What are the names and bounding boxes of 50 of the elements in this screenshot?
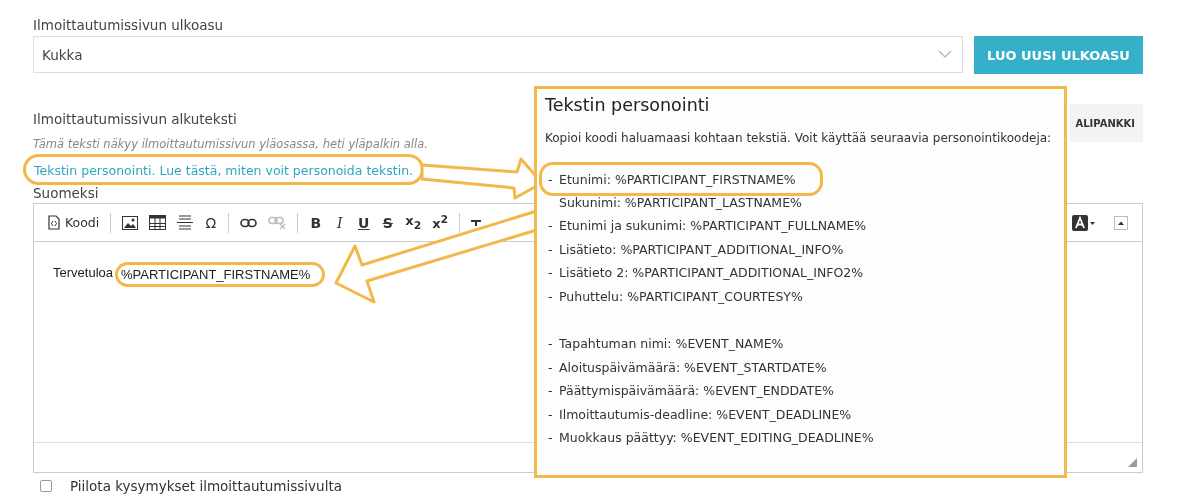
code-item: Etunimi: %PARTICIPANT_FIRSTNAME%	[559, 171, 796, 187]
code-item: Ilmoittautumis-deadline: %EVENT_DEADLINE%	[559, 406, 852, 422]
format-button[interactable]: I	[333, 214, 347, 231]
hint-text: Tämä teksti näkyy ilmoittautumissivun yläosassa, heti yläpalkin alla.	[33, 137, 428, 151]
checkbox-label: Piilota kysymykset ilmoittautumissivulta	[70, 478, 342, 494]
list-dash: -	[548, 359, 553, 375]
code-item: Muokkaus päättyy: %EVENT_EDITING_DEADLINE%	[559, 430, 874, 446]
resize-handle-icon[interactable]	[1128, 458, 1137, 467]
list-dash: -	[548, 241, 553, 257]
format-button[interactable]: Ω	[204, 214, 218, 231]
code-item: Lisätieto: %PARTICIPANT_ADDITIONAL_INFO%	[559, 241, 844, 257]
list-dash: -	[548, 171, 553, 187]
checkbox[interactable]	[40, 480, 52, 492]
editor-text: Tervetuloa	[53, 264, 113, 282]
source-code-button[interactable]: Koodi	[48, 215, 100, 230]
list-dash: -	[548, 218, 553, 234]
popup-text: Kopioi koodi haluamaasi kohtaan tekstiä. Voit käyttää seuraavia personointikoodeja:	[545, 131, 1053, 145]
clear-format-icon[interactable]	[471, 219, 482, 226]
editor-text: %PARTICIPANT_FIRSTNAME%	[121, 267, 311, 282]
format-button[interactable]: x$_{2}$	[405, 213, 422, 232]
image-icon[interactable]	[122, 215, 139, 230]
file-code-icon	[48, 215, 60, 230]
image-bank-button[interactable]: ALIPANKKI	[1070, 104, 1143, 142]
collapse-toolbar-icon[interactable]	[1114, 215, 1128, 230]
language-label: Suomeksi	[33, 185, 99, 201]
list-dash: -	[548, 336, 553, 352]
code-item: Päättymispäivämäärä: %EVENT_ENDDATE%	[559, 383, 834, 399]
format-button[interactable]: U	[357, 214, 371, 231]
section-label: Ilmoittautumissivun alkuteksti	[33, 111, 237, 127]
table-icon[interactable]	[149, 215, 167, 230]
layout-select[interactable]: Kukka	[33, 36, 963, 73]
code-item: Lisätieto 2: %PARTICIPANT_ADDITIONAL_INFO2%	[559, 265, 864, 281]
format-button[interactable]: B	[309, 214, 323, 231]
list-dash: -	[548, 383, 553, 399]
chevron-down-icon	[938, 50, 952, 59]
format-button[interactable]: x$^{2}$	[432, 213, 449, 232]
code-item: Etunimi ja sukunimi: %PARTICIPANT_FULLNAME%	[559, 218, 867, 234]
link-icon[interactable]	[240, 217, 258, 228]
text-color-icon[interactable]	[1072, 214, 1096, 231]
list-dash: -	[548, 265, 553, 281]
code-item: Aloituspäivämäärä: %EVENT_STARTDATE%	[559, 359, 827, 375]
code-item: Puhuttelu: %PARTICIPANT_COURTESY%	[559, 288, 803, 304]
horizontal-line-icon[interactable]	[177, 214, 194, 231]
list-dash: -	[548, 430, 553, 446]
format-button[interactable]: S	[381, 214, 395, 231]
list-dash: -	[548, 288, 553, 304]
list-dash: -	[548, 406, 553, 422]
field-label: Ilmoittautumissivun ulkoasu	[33, 17, 224, 33]
code-item: Tapahtuman nimi: %EVENT_NAME%	[559, 336, 784, 352]
popup-title: Tekstin personointi	[545, 95, 711, 115]
